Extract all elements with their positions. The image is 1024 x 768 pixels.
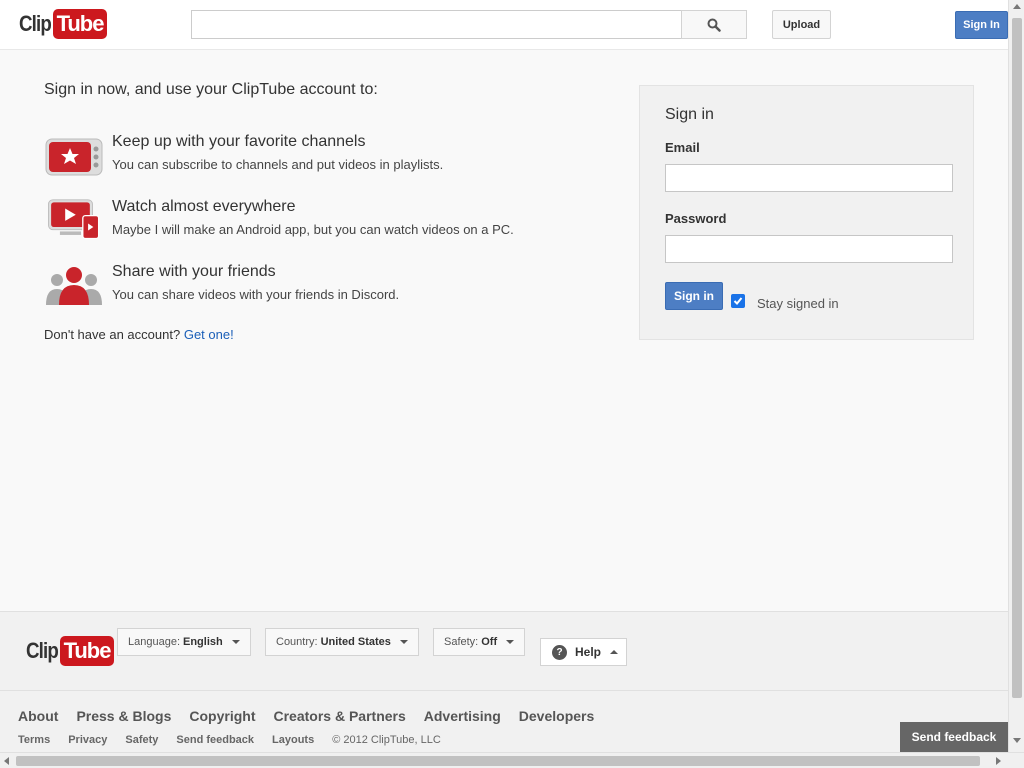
feature-everywhere: Watch almost everywhere Maybe I will mak… xyxy=(44,198,564,248)
no-account-text: Don't have an account? xyxy=(44,327,181,342)
footer-cliptube-logo[interactable]: Clip Tube xyxy=(26,636,115,666)
footer-link-advertising[interactable]: Advertising xyxy=(424,708,501,724)
password-label: Password xyxy=(665,211,727,226)
footer-link-developers[interactable]: Developers xyxy=(519,708,594,724)
feature-title: Keep up with your favorite channels xyxy=(112,133,366,150)
feature-title: Watch almost everywhere xyxy=(112,198,296,215)
footer-link-safety[interactable]: Safety xyxy=(125,734,158,746)
footer-link-creators[interactable]: Creators & Partners xyxy=(273,708,405,724)
help-button[interactable]: ? Help xyxy=(540,638,627,666)
upload-button[interactable]: Upload xyxy=(772,10,831,39)
checkmark-icon xyxy=(733,297,743,305)
chevron-down-icon xyxy=(231,640,240,644)
scroll-down-arrow-icon[interactable] xyxy=(1013,738,1021,743)
logo-clip-text: Clip xyxy=(26,638,59,663)
feature-share: Share with your friends You can share vi… xyxy=(44,263,564,313)
signin-panel: Sign in Email Password Sign in Stay sign… xyxy=(639,85,974,340)
footer-link-copyright[interactable]: Copyright xyxy=(189,708,255,724)
people-icon xyxy=(46,267,102,305)
horizontal-scroll-thumb[interactable] xyxy=(16,756,980,766)
language-selector[interactable]: Language: English xyxy=(117,628,251,656)
scroll-up-arrow-icon[interactable] xyxy=(1013,4,1021,9)
search-input[interactable] xyxy=(191,10,682,39)
horizontal-scrollbar[interactable] xyxy=(0,752,1024,768)
chevron-up-icon xyxy=(610,650,619,654)
get-one-link[interactable]: Get one! xyxy=(184,327,234,342)
vertical-scrollbar[interactable] xyxy=(1008,0,1024,752)
signin-intro-text: Sign in now, and use your ClipTube accou… xyxy=(44,81,378,98)
logo-tube-text: Tube xyxy=(59,636,115,666)
footer-link-about[interactable]: About xyxy=(18,708,58,724)
country-label: Country: xyxy=(276,636,318,648)
safety-value: Off xyxy=(481,636,498,648)
footer-link-privacy[interactable]: Privacy xyxy=(68,734,107,746)
signin-panel-title: Sign in xyxy=(665,106,714,123)
footer-primary-links: About Press & Blogs Copyright Creators &… xyxy=(18,708,612,724)
stay-signed-in-label: Stay signed in xyxy=(757,296,839,311)
footer-secondary-links: Terms Privacy Safety Send feedback Layou… xyxy=(18,734,459,746)
vertical-scroll-thumb[interactable] xyxy=(1012,18,1022,698)
country-value: United States xyxy=(320,636,391,648)
cliptube-logo[interactable]: Clip Tube xyxy=(19,9,108,39)
top-header: Clip Tube Upload Sign In xyxy=(0,0,1008,50)
language-label: Language: xyxy=(128,636,180,648)
send-feedback-button[interactable]: Send feedback xyxy=(900,722,1008,752)
footer-link-layouts[interactable]: Layouts xyxy=(272,734,314,746)
stay-signed-in-checkbox[interactable] xyxy=(731,294,745,308)
help-icon: ? xyxy=(552,644,567,660)
scroll-left-arrow-icon[interactable] xyxy=(4,757,9,765)
logo-clip-text: Clip xyxy=(19,11,52,36)
search-button[interactable] xyxy=(681,10,747,39)
search-icon xyxy=(707,18,721,32)
multi-device-icon xyxy=(48,199,100,240)
feature-description: You can share videos with your friends i… xyxy=(112,287,400,302)
chevron-down-icon xyxy=(399,640,408,644)
feature-description: You can subscribe to channels and put vi… xyxy=(112,157,444,172)
no-account-prompt: Don't have an account? Get one! xyxy=(44,327,234,342)
password-field[interactable] xyxy=(665,235,953,263)
chevron-down-icon xyxy=(506,640,515,644)
safety-label: Safety: xyxy=(444,636,479,648)
logo-tube-text: Tube xyxy=(52,9,108,39)
feature-title: Share with your friends xyxy=(112,263,276,280)
copyright-text: © 2012 ClipTube, LLC xyxy=(332,734,441,746)
email-field[interactable] xyxy=(665,164,953,192)
language-value: English xyxy=(183,636,223,648)
safety-selector[interactable]: Safety: Off xyxy=(433,628,526,656)
help-label: Help xyxy=(575,645,602,659)
email-label: Email xyxy=(665,140,700,155)
feature-description: Maybe I will make an Android app, but yo… xyxy=(112,222,514,237)
scroll-right-arrow-icon[interactable] xyxy=(996,757,1001,765)
footer-link-terms[interactable]: Terms xyxy=(18,734,50,746)
footer-divider xyxy=(0,690,1008,691)
signin-submit-button[interactable]: Sign in xyxy=(665,282,723,310)
tv-star-icon xyxy=(45,138,103,176)
footer-link-send-feedback[interactable]: Send feedback xyxy=(176,734,254,746)
feature-channels: Keep up with your favorite channels You … xyxy=(44,133,564,183)
country-selector[interactable]: Country: United States xyxy=(265,628,419,656)
footer-link-press[interactable]: Press & Blogs xyxy=(76,708,171,724)
page-footer: Clip Tube Language: English Country: Uni… xyxy=(0,611,1008,752)
header-signin-button[interactable]: Sign In xyxy=(955,11,1008,39)
